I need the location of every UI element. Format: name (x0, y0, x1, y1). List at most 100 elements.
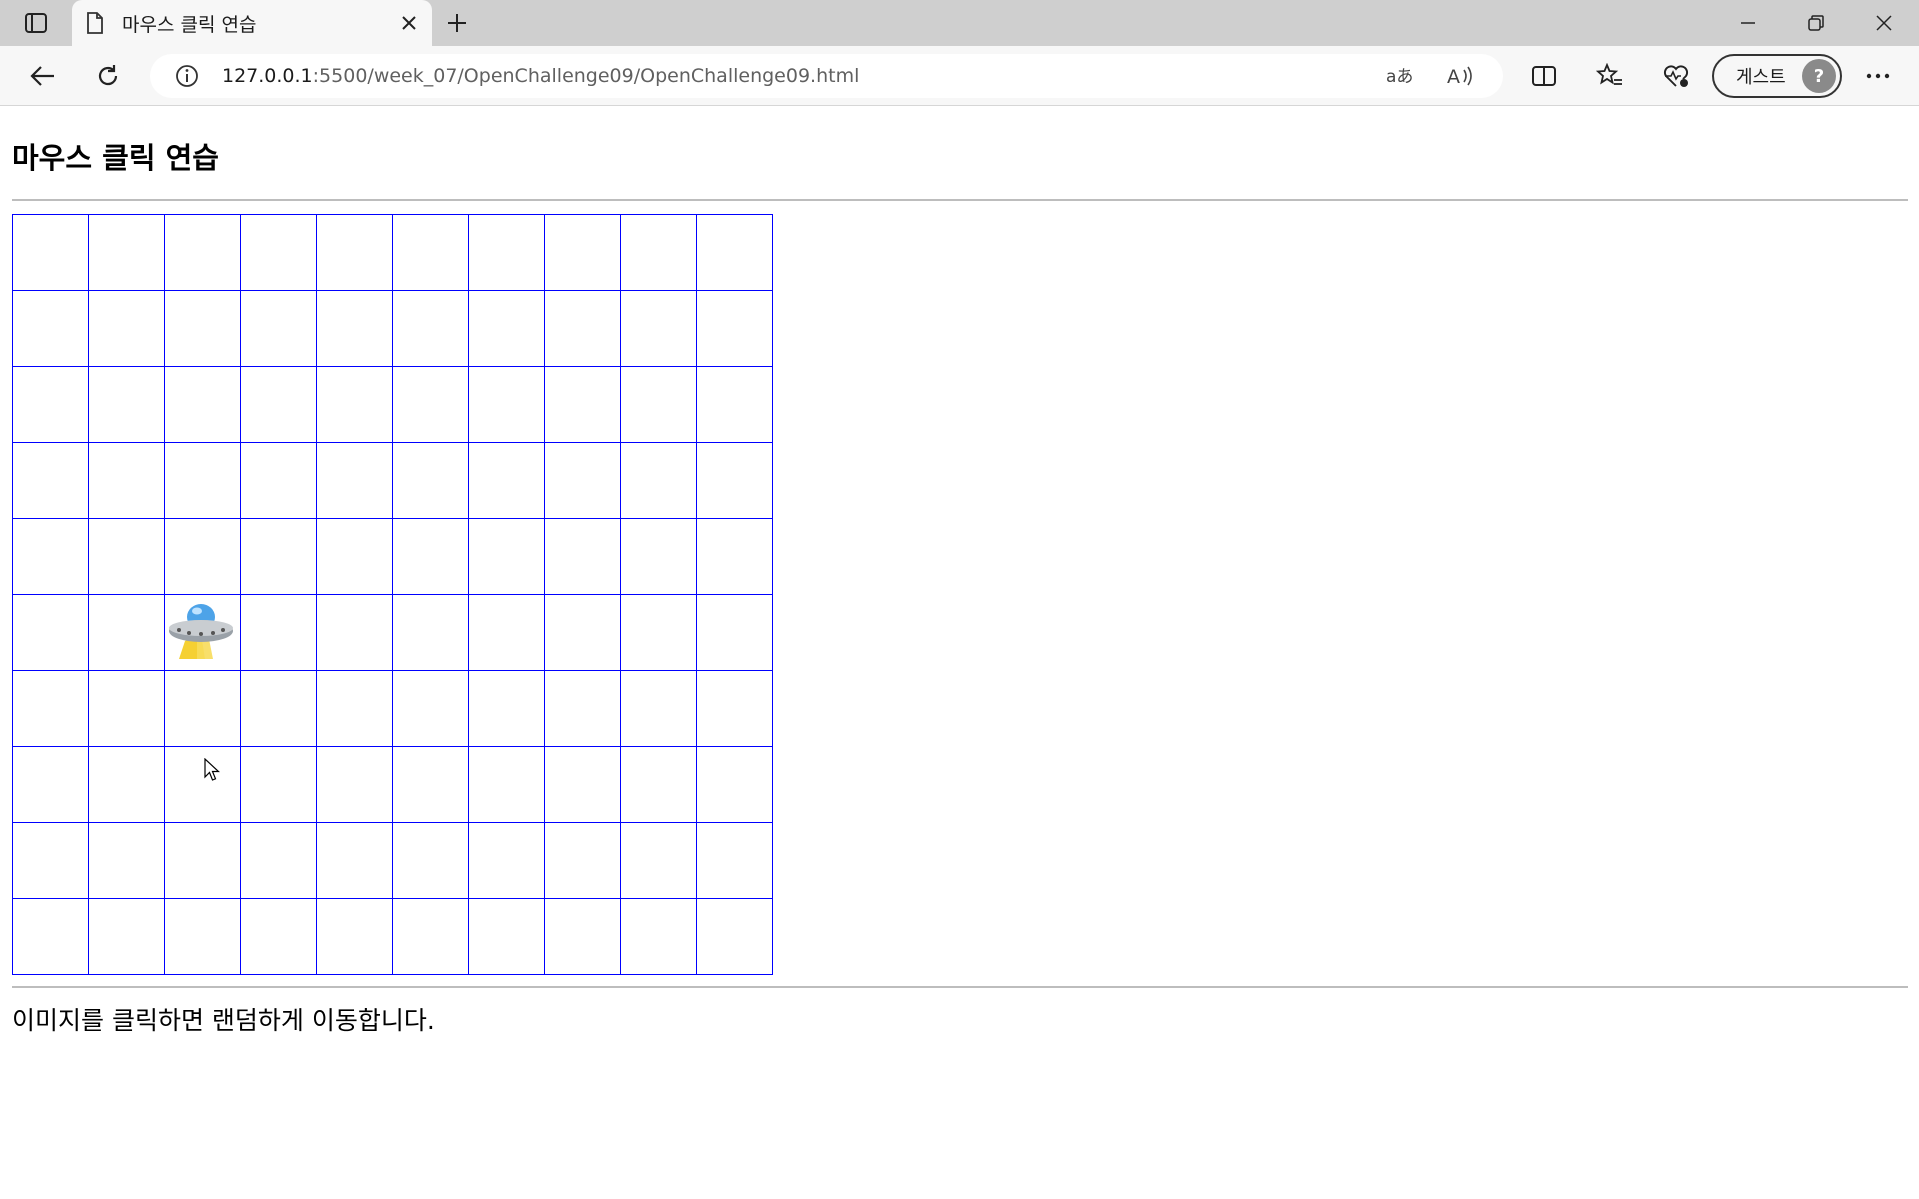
grid-cell (12, 746, 89, 823)
active-tab[interactable]: 마우스 클릭 연습 (72, 0, 432, 46)
grid-cell (392, 442, 469, 519)
grid-cell (240, 442, 317, 519)
grid-cell (316, 442, 393, 519)
page-content: 마우스 클릭 연습 이미지를 클릭하면 랜덤하게 이동합니다. (0, 107, 1919, 1199)
page-title: 마우스 클릭 연습 (12, 141, 219, 175)
grid-row (12, 898, 773, 975)
restore-icon (1808, 15, 1824, 31)
grid-row (12, 594, 773, 671)
refresh-button[interactable] (90, 58, 126, 94)
grid-cell (468, 594, 545, 671)
grid-cell (468, 366, 545, 443)
grid-cell (696, 898, 773, 975)
refresh-icon (98, 65, 118, 86)
grid-cell (240, 746, 317, 823)
mouse-cursor-icon (204, 758, 220, 781)
grid-cell (164, 670, 241, 747)
grid-cell (12, 594, 89, 671)
read-aloud-icon[interactable]: A (1443, 58, 1479, 94)
grid-cell (544, 290, 621, 367)
grid-cell (316, 746, 393, 823)
grid-cell (316, 214, 393, 291)
click-grid (12, 214, 773, 975)
tab-strip: 마우스 클릭 연습 (0, 0, 1919, 46)
grid-cell (696, 670, 773, 747)
grid-row (12, 442, 773, 519)
split-screen-button[interactable] (1526, 58, 1562, 94)
grid-cell (164, 746, 241, 823)
grid-cell (468, 290, 545, 367)
grid-cell (316, 366, 393, 443)
grid-cell (620, 822, 697, 899)
grid-cell (240, 898, 317, 975)
profile-button[interactable]: 게스트 ? (1712, 54, 1842, 98)
grid-cell (240, 290, 317, 367)
grid-row (12, 518, 773, 595)
heart-pulse-icon (1663, 65, 1689, 87)
grid-cell (620, 290, 697, 367)
url-path: :5500/week_07/OpenChallenge09/OpenChalle… (312, 65, 860, 87)
grid-cell (12, 366, 89, 443)
grid-cell (316, 670, 393, 747)
close-icon (402, 16, 416, 30)
grid-cell (240, 594, 317, 671)
grid-cell (88, 518, 165, 595)
translate-icon[interactable]: aあ (1383, 58, 1419, 94)
more-options-button[interactable] (1860, 58, 1896, 94)
close-tab-button[interactable] (396, 10, 422, 36)
grid-row (12, 670, 773, 747)
url-host: 127.0.0.1 (222, 65, 313, 87)
svg-text:A: A (1447, 66, 1460, 88)
favorites-button[interactable] (1592, 58, 1628, 94)
divider (12, 986, 1908, 988)
grid-cell (696, 290, 773, 367)
restore-button[interactable] (1782, 0, 1850, 46)
new-tab-button[interactable] (440, 8, 474, 38)
browser-essentials-button[interactable] (1658, 58, 1694, 94)
grid-cell (468, 822, 545, 899)
grid-cell (88, 214, 165, 291)
grid-cell (544, 898, 621, 975)
grid-cell (316, 822, 393, 899)
grid-cell (696, 442, 773, 519)
grid-cell (392, 822, 469, 899)
grid-cell (12, 670, 89, 747)
site-info-icon[interactable] (172, 61, 202, 91)
back-arrow-icon (30, 66, 54, 86)
grid-cell (240, 670, 317, 747)
instructions-text: 이미지를 클릭하면 랜덤하게 이동합니다. (12, 1006, 435, 1035)
grid-cell (88, 594, 165, 671)
grid-cell (164, 594, 241, 671)
grid-cell (88, 442, 165, 519)
grid-cell (544, 366, 621, 443)
grid-cell (164, 822, 241, 899)
grid-cell (392, 594, 469, 671)
grid-cell (544, 518, 621, 595)
ufo-image[interactable] (167, 599, 237, 661)
grid-cell (316, 594, 393, 671)
tab-actions-icon (25, 13, 47, 33)
grid-cell (12, 442, 89, 519)
minimize-button[interactable] (1714, 0, 1782, 46)
back-button[interactable] (24, 58, 60, 94)
tab-actions-button[interactable] (14, 8, 58, 38)
address-bar[interactable]: 127.0.0.1:5500/week_07/OpenChallenge09/O… (150, 54, 1503, 98)
grid-cell (620, 518, 697, 595)
grid-cell (392, 670, 469, 747)
grid-row (12, 746, 773, 823)
grid-cell (392, 518, 469, 595)
grid-cell (544, 670, 621, 747)
grid-cell (468, 214, 545, 291)
grid-cell (164, 518, 241, 595)
grid-cell (696, 822, 773, 899)
grid-cell (696, 746, 773, 823)
split-screen-icon (1532, 66, 1556, 86)
divider (12, 199, 1908, 201)
grid-cell (12, 822, 89, 899)
close-window-button[interactable] (1850, 0, 1918, 46)
profile-label: 게스트 (1736, 67, 1786, 88)
grid-cell (316, 290, 393, 367)
url-text[interactable]: 127.0.0.1:5500/week_07/OpenChallenge09/O… (222, 65, 1383, 87)
grid-cell (88, 290, 165, 367)
grid-cell (164, 214, 241, 291)
